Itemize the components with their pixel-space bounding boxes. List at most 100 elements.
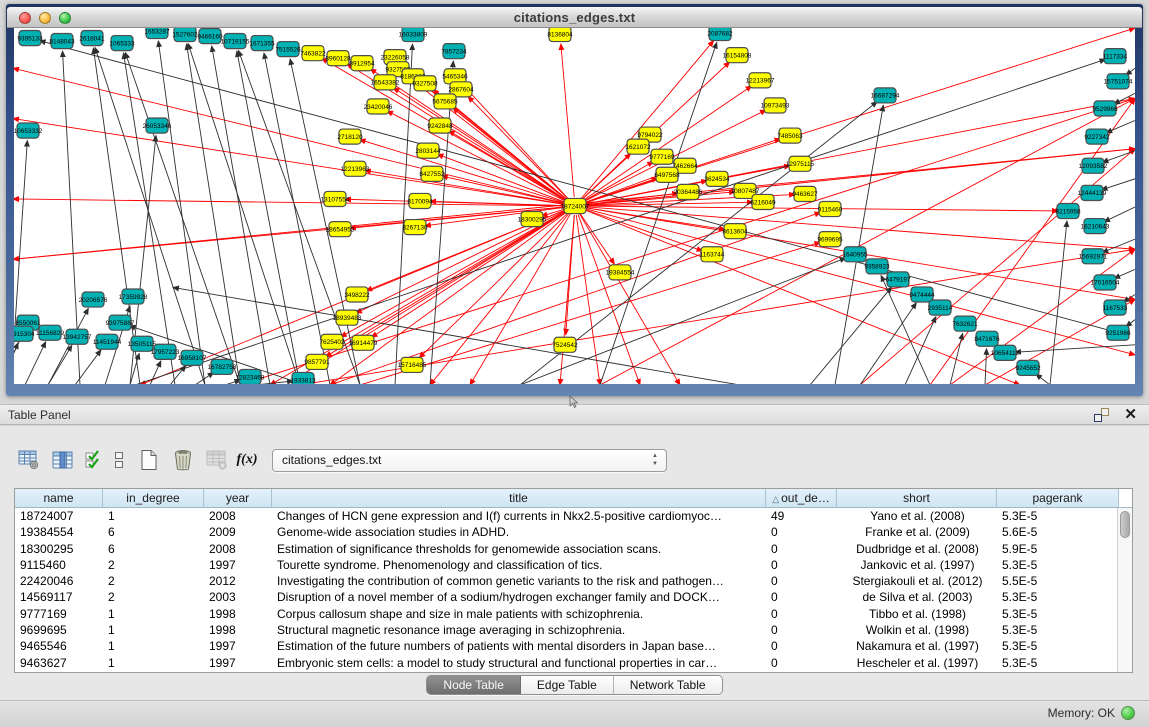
graph-node[interactable]: 8912954: [349, 56, 375, 71]
citation-edge[interactable]: [264, 53, 330, 384]
column-header-year[interactable]: year: [204, 489, 272, 507]
citation-edge[interactable]: [158, 41, 205, 384]
graph-node[interactable]: 12444139: [1078, 185, 1107, 200]
table-scrollbar-thumb[interactable]: [1120, 511, 1130, 538]
table-cell[interactable]: 18300295: [15, 541, 103, 557]
graph-node[interactable]: 7515526: [275, 42, 301, 57]
table-cell[interactable]: 2012: [204, 573, 272, 589]
graph-node[interactable]: 12213967: [746, 73, 775, 88]
citation-edge[interactable]: [1102, 239, 1135, 252]
citation-edge[interactable]: [1104, 207, 1135, 222]
table-cell[interactable]: Genome-wide association studies in ADHD.: [272, 524, 766, 540]
column-header-in_degree[interactable]: in_degree: [103, 489, 204, 507]
table-cell[interactable]: Stergiakouli et al. (2012): [837, 573, 997, 589]
graph-node[interactable]: 7463822: [300, 46, 326, 61]
close-panel-icon[interactable]: ✕: [1124, 406, 1137, 424]
table-row[interactable]: 1938455462009Genome-wide association stu…: [15, 524, 1117, 540]
graph-node[interactable]: 1065333: [109, 36, 135, 51]
citation-edge[interactable]: [810, 287, 892, 384]
graph-node[interactable]: 17359928: [119, 289, 148, 304]
citation-edge[interactable]: [25, 342, 46, 384]
table-cell[interactable]: 1997: [204, 655, 272, 671]
tab-node-table[interactable]: Node Table: [427, 676, 521, 694]
citation-edge[interactable]: [584, 208, 1135, 355]
graph-node[interactable]: 9699695: [817, 232, 843, 247]
table-cell[interactable]: 9777169: [15, 606, 103, 622]
graph-node[interactable]: 10973493: [761, 98, 790, 113]
table-cell[interactable]: 1: [103, 508, 204, 524]
citation-edge[interactable]: [212, 46, 270, 384]
table-cell[interactable]: Yano et al. (2008): [837, 508, 997, 524]
table-cell[interactable]: 2009: [204, 524, 272, 540]
column-settings-icon[interactable]: [14, 446, 44, 474]
citation-edge[interactable]: [419, 212, 568, 358]
table-cell[interactable]: 49: [766, 508, 837, 524]
table-cell[interactable]: 5.3E-5: [997, 638, 1117, 654]
graph-node[interactable]: 13942757: [63, 329, 92, 344]
table-cell[interactable]: Nakamura et al. (1997): [837, 638, 997, 654]
citation-edge[interactable]: [1102, 179, 1135, 190]
graph-node[interactable]: 13107554: [321, 191, 350, 206]
graph-node[interactable]: 1621072: [625, 139, 651, 154]
table-cell[interactable]: 5.3E-5: [997, 557, 1117, 573]
graph-node[interactable]: 3624534: [704, 171, 730, 186]
graph-node[interactable]: 12975115: [786, 156, 815, 171]
delete-table-icon[interactable]: [202, 446, 232, 474]
graph-node[interactable]: 9777169: [649, 149, 675, 164]
table-select-dropdown[interactable]: citations_edges.txt ▲▼: [272, 449, 667, 472]
graph-node[interactable]: 16543382: [371, 75, 400, 90]
graph-node[interactable]: 1527602: [172, 28, 198, 42]
table-cell[interactable]: Structural magnetic resonance image aver…: [272, 622, 766, 638]
graph-node[interactable]: 9115460: [818, 201, 843, 216]
column-header-title[interactable]: title: [272, 489, 766, 507]
graph-node[interactable]: 2935114: [928, 300, 953, 315]
citation-edge[interactable]: [187, 44, 240, 384]
graph-node[interactable]: 3915304: [14, 326, 35, 341]
table-cell[interactable]: 0: [766, 524, 837, 540]
graph-node[interactable]: 8613604: [722, 224, 748, 239]
graph-node[interactable]: 10653332: [14, 123, 43, 138]
graph-node[interactable]: 9227342: [1084, 129, 1110, 144]
graph-node[interactable]: 9395133: [17, 31, 43, 46]
row-height-icon[interactable]: [108, 446, 130, 474]
function-builder-icon[interactable]: f(x): [236, 446, 258, 474]
graph-node[interactable]: 18724007: [561, 198, 590, 213]
citation-edge[interactable]: [1050, 221, 1067, 384]
table-cell[interactable]: Disruption of a novel member of a sodium…: [272, 589, 766, 605]
citation-edge[interactable]: [124, 53, 175, 384]
table-cell[interactable]: 1: [103, 638, 204, 654]
graph-node[interactable]: 3498222: [344, 287, 370, 302]
column-header-pagerank[interactable]: pagerank: [997, 489, 1119, 507]
graph-node[interactable]: 9251986: [1105, 325, 1131, 340]
graph-node[interactable]: 18300295: [518, 212, 547, 227]
table-cell[interactable]: 2003: [204, 589, 272, 605]
table-cell[interactable]: 1997: [204, 638, 272, 654]
graph-node[interactable]: 20364486: [674, 184, 703, 199]
table-row[interactable]: 1872400712008Changes of HCN gene express…: [15, 508, 1117, 524]
graph-node[interactable]: 9466160: [197, 29, 223, 44]
graph-node[interactable]: 2803144: [415, 143, 441, 158]
table-row[interactable]: 911546021997Tourette syndrome. Phenomeno…: [15, 557, 1117, 573]
table-cell[interactable]: 0: [766, 655, 837, 671]
graph-node[interactable]: 15716485: [398, 357, 427, 372]
table-cell[interactable]: 5.9E-5: [997, 541, 1117, 557]
citation-edge[interactable]: [835, 105, 883, 384]
graph-node[interactable]: 8471676: [974, 331, 1000, 346]
graph-node[interactable]: 12823468: [236, 369, 265, 384]
citation-edge[interactable]: [985, 349, 987, 384]
graph-node[interactable]: 9463627: [792, 186, 818, 201]
citation-edge[interactable]: [561, 44, 574, 197]
graph-node[interactable]: 12213963: [341, 161, 370, 176]
graph-node[interactable]: 7857234: [441, 44, 467, 59]
citation-edge[interactable]: [580, 213, 614, 264]
graph-node[interactable]: 17016504: [1091, 275, 1120, 290]
graph-node[interactable]: 18654953: [326, 222, 355, 237]
graph-node[interactable]: 9529966: [1092, 101, 1118, 116]
table-row[interactable]: 946362711997Embryonic stem cells: a mode…: [15, 655, 1117, 671]
citation-graph[interactable]: 1872400718300295193845547463822896012889…: [14, 28, 1135, 384]
citation-edge[interactable]: [188, 44, 300, 384]
table-cell[interactable]: 9465546: [15, 638, 103, 654]
graph-node[interactable]: 16958107: [178, 350, 207, 365]
table-cell[interactable]: 0: [766, 557, 837, 573]
graph-node[interactable]: 1653287: [144, 28, 170, 39]
